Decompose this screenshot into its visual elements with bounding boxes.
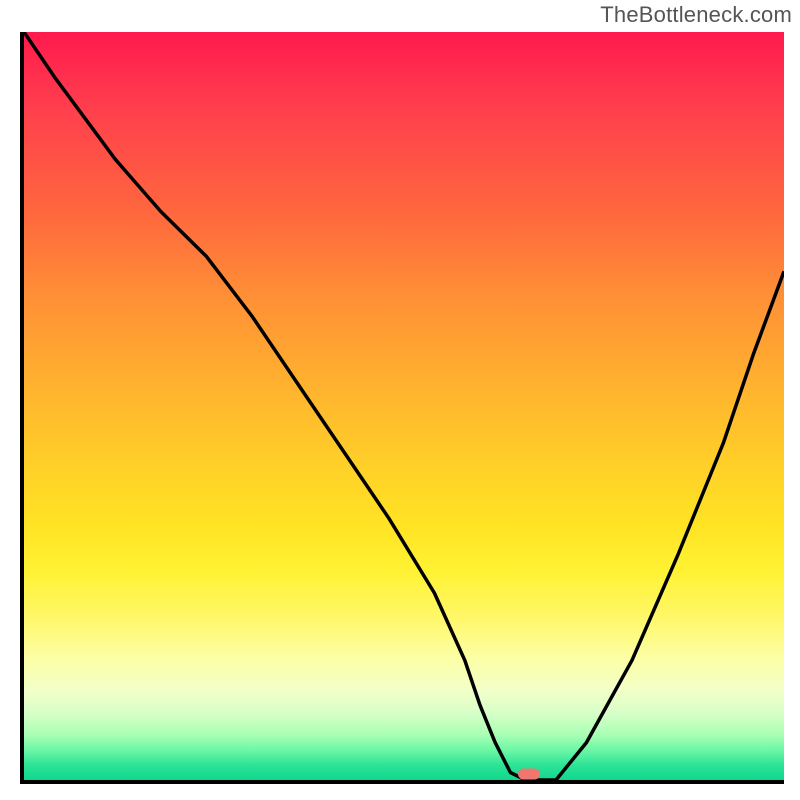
plot-area [20,32,784,784]
watermark-text: TheBottleneck.com [600,2,792,28]
optimal-marker [518,769,540,780]
chart-frame: TheBottleneck.com [0,0,800,800]
line-curve [24,32,784,780]
